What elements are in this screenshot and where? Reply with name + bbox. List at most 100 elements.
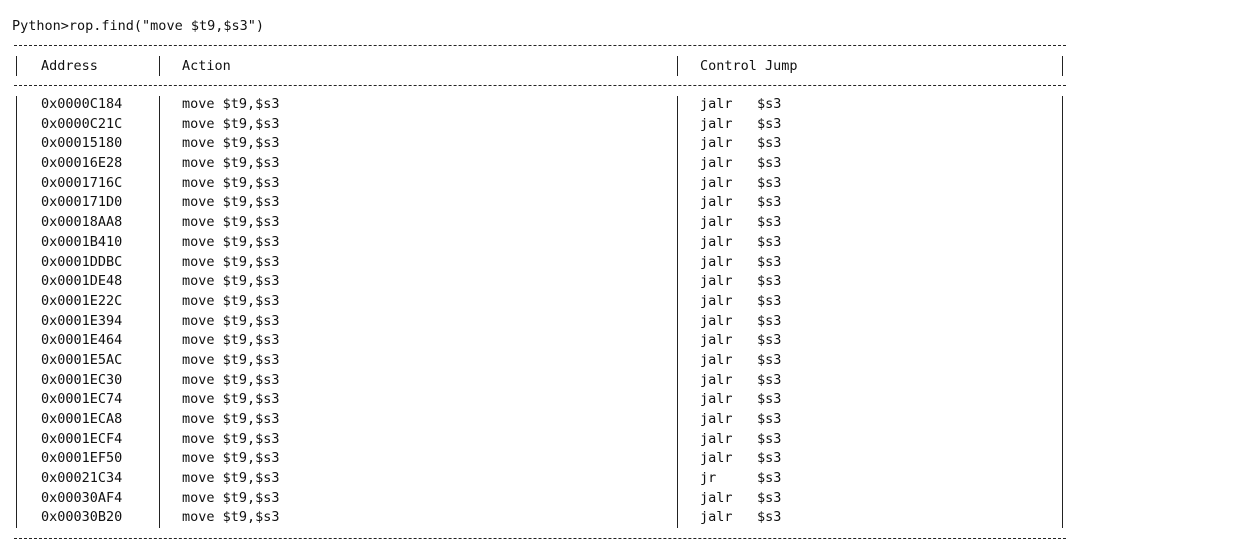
action-cell: move $t9,$s3 (182, 233, 280, 250)
address-cell: 0x0001EC30 (41, 371, 123, 388)
jump-register-cell: $s3 (757, 489, 782, 506)
jump-instruction-cell: jalr (700, 96, 733, 112)
action-cell: move $t9,$s3 (182, 312, 280, 329)
jump-instruction-cell: jalr (700, 351, 733, 368)
address-cell: 0x00030AF4 (41, 489, 123, 506)
action-cell: move $t9,$s3 (182, 174, 280, 191)
jump-register-cell: $s3 (757, 371, 782, 388)
action-cell: move $t9,$s3 (182, 214, 280, 231)
address-cell: 0x00018AA8 (41, 214, 123, 231)
command-text: rop.find("move $t9,$s3") (68, 18, 264, 34)
table-row: 0x00016E28 move $t9,$s3 jalr $s3 (0, 154, 1254, 174)
action-cell: move $t9,$s3 (182, 273, 280, 290)
address-cell: 0x0000C21C (41, 115, 123, 132)
table-row: 0x0001DE48 move $t9,$s3 jalr $s3 (0, 272, 1254, 292)
jump-instruction-cell: jalr (700, 115, 733, 132)
jump-register-cell: $s3 (757, 312, 782, 329)
address-cell: 0x0001E5AC (41, 351, 123, 368)
address-cell: 0x0001DE48 (41, 273, 123, 290)
address-cell: 0x0000C184 (41, 96, 123, 112)
jump-instruction-cell: jalr (700, 509, 733, 526)
table-row: 0x0001ECA8 move $t9,$s3 jalr $s3 (0, 410, 1254, 430)
address-cell: 0x00016E28 (41, 155, 123, 172)
table-row: 0x0001EC30 move $t9,$s3 jalr $s3 (0, 371, 1254, 391)
action-cell: move $t9,$s3 (182, 155, 280, 172)
jump-instruction-cell: jalr (700, 273, 733, 290)
table-top-separator (14, 45, 1066, 46)
jump-register-cell: $s3 (757, 273, 782, 290)
jump-register-cell: $s3 (757, 174, 782, 191)
jump-register-cell: $s3 (757, 96, 782, 112)
address-cell: 0x0001EC74 (41, 391, 123, 408)
column-header-address: Address (41, 58, 98, 74)
command-line: Python>rop.find("move $t9,$s3") (12, 16, 264, 36)
jump-instruction-cell: jalr (700, 312, 733, 329)
address-cell: 0x0001DDBC (41, 253, 123, 270)
address-cell: 0x0001ECA8 (41, 411, 123, 427)
address-cell: 0x0001716C (41, 174, 123, 191)
action-cell: move $t9,$s3 (182, 292, 280, 309)
jump-register-cell: $s3 (757, 450, 782, 467)
table-row: 0x0001E394 move $t9,$s3 jalr $s3 (0, 312, 1254, 332)
address-cell: 0x0001B410 (41, 233, 123, 250)
action-cell: move $t9,$s3 (182, 411, 280, 427)
jump-register-cell: $s3 (757, 135, 782, 152)
jump-register-cell: $s3 (757, 332, 782, 349)
action-cell: move $t9,$s3 (182, 371, 280, 388)
table-row: 0x000171D0 move $t9,$s3 jalr $s3 (0, 193, 1254, 213)
action-cell: move $t9,$s3 (182, 96, 280, 112)
jump-instruction-cell: jalr (700, 411, 733, 427)
table-row: 0x0001ECF4 move $t9,$s3 jalr $s3 (0, 430, 1254, 450)
jump-register-cell: $s3 (757, 214, 782, 231)
prompt-label: Python> (12, 18, 69, 34)
jump-register-cell: $s3 (757, 391, 782, 408)
jump-instruction-cell: jalr (700, 135, 733, 152)
table-border-right (1062, 56, 1063, 76)
action-cell: move $t9,$s3 (182, 489, 280, 506)
action-cell: move $t9,$s3 (182, 391, 280, 408)
jump-register-cell: $s3 (757, 233, 782, 250)
jump-register-cell: $s3 (757, 351, 782, 368)
table-row: 0x0001E22C move $t9,$s3 jalr $s3 (0, 292, 1254, 312)
address-cell: 0x0001E22C (41, 292, 123, 309)
table-row: 0x00030AF4 move $t9,$s3 jalr $s3 (0, 489, 1254, 509)
jump-instruction-cell: jalr (700, 450, 733, 467)
action-cell: move $t9,$s3 (182, 509, 280, 526)
table-border-left (16, 56, 17, 76)
table-row: 0x0001B410 move $t9,$s3 jalr $s3 (0, 233, 1254, 253)
table-row: 0x0001716C move $t9,$s3 jalr $s3 (0, 174, 1254, 194)
jump-instruction-cell: jalr (700, 391, 733, 408)
table-row: 0x0001E464 move $t9,$s3 jalr $s3 (0, 331, 1254, 351)
jump-instruction-cell: jalr (700, 174, 733, 191)
jump-instruction-cell: jalr (700, 332, 733, 349)
jump-instruction-cell: jr (700, 470, 717, 487)
table-row: 0x0000C184 move $t9,$s3 jalr $s3 (0, 95, 1254, 115)
table-row: 0x0000C21C move $t9,$s3 jalr $s3 (0, 115, 1254, 135)
table-row: 0x00015180 move $t9,$s3 jalr $s3 (0, 134, 1254, 154)
jump-register-cell: $s3 (757, 115, 782, 132)
header-separator (14, 85, 1066, 86)
address-cell: 0x000171D0 (41, 194, 123, 211)
table-row: 0x00018AA8 move $t9,$s3 jalr $s3 (0, 213, 1254, 233)
table-bottom-separator (14, 538, 1066, 539)
table-row: 0x0001EF50 move $t9,$s3 jalr $s3 (0, 449, 1254, 469)
column-header-action: Action (182, 58, 231, 74)
jump-register-cell: $s3 (757, 509, 782, 526)
gadget-table-body: 0x0000C184 move $t9,$s3 jalr $s3 0x0000C21C m… (0, 95, 1254, 528)
table-row: 0x0001E5AC move $t9,$s3 jalr $s3 (0, 351, 1254, 371)
jump-instruction-cell: jalr (700, 194, 733, 211)
address-cell: 0x00030B20 (41, 509, 123, 526)
table-row: 0x00021C34 move $t9,$s3 jr $s3 (0, 469, 1254, 489)
output-console: Python>rop.find("move $t9,$s3") Address … (0, 0, 1254, 554)
jump-instruction-cell: jalr (700, 214, 733, 231)
action-cell: move $t9,$s3 (182, 332, 280, 349)
jump-instruction-cell: jalr (700, 430, 733, 447)
address-cell: 0x00015180 (41, 135, 123, 152)
action-cell: move $t9,$s3 (182, 194, 280, 211)
jump-register-cell: $s3 (757, 155, 782, 172)
jump-instruction-cell: jalr (700, 292, 733, 309)
jump-instruction-cell: jalr (700, 371, 733, 388)
address-cell: 0x0001EF50 (41, 450, 123, 467)
jump-register-cell: $s3 (757, 253, 782, 270)
table-row: 0x00030B20 move $t9,$s3 jalr $s3 (0, 508, 1254, 528)
